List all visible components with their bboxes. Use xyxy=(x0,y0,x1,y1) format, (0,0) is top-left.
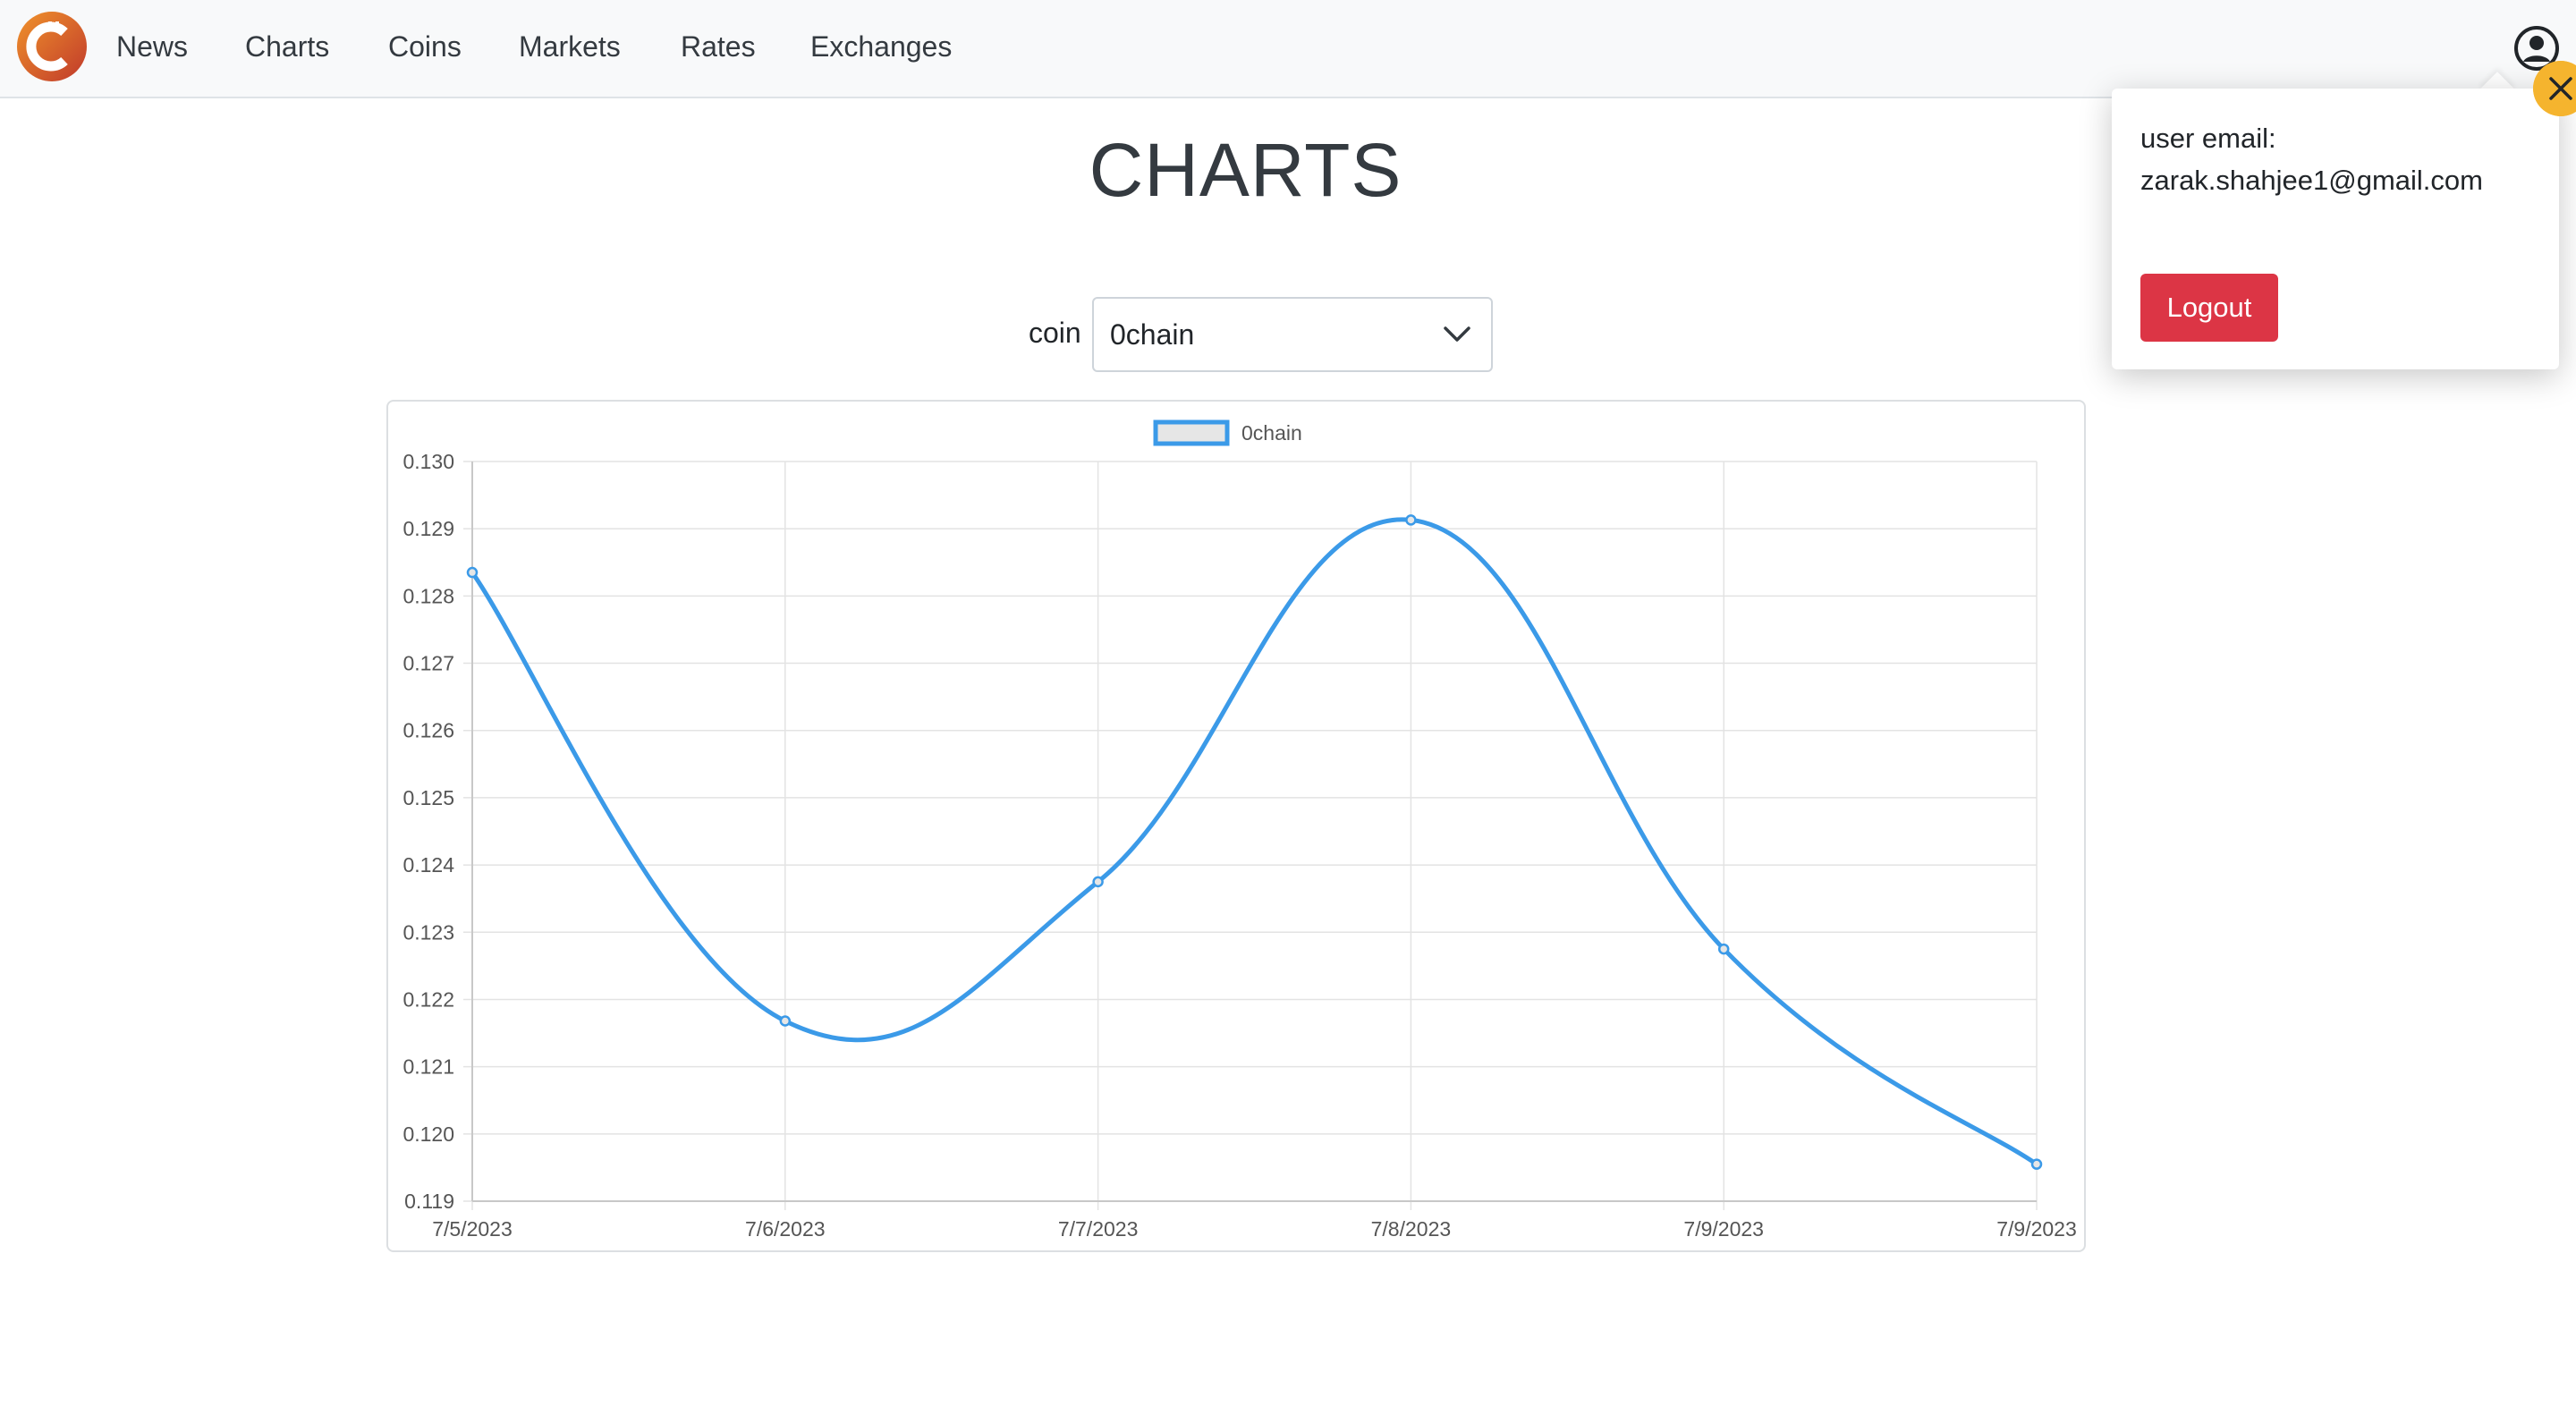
coin-select[interactable]: 0chain xyxy=(1092,297,1493,372)
x-tick-label: 7/5/2023 xyxy=(432,1217,513,1241)
nav-link-markets[interactable]: Markets xyxy=(519,29,621,64)
coin-select-label: coin xyxy=(1029,317,1081,349)
y-tick-label: 0.128 xyxy=(402,584,454,607)
data-point xyxy=(1405,514,1417,526)
nav-link-exchanges[interactable]: Exchanges xyxy=(810,29,952,64)
logout-button[interactable]: Logout xyxy=(2140,274,2278,342)
x-tick-label: 7/8/2023 xyxy=(1371,1217,1452,1241)
x-tick-label: 7/6/2023 xyxy=(745,1217,826,1241)
y-tick-label: 0.119 xyxy=(404,1190,454,1213)
chevron-down-icon xyxy=(1444,326,1470,342)
y-tick-label: 0.130 xyxy=(402,450,454,473)
y-tick-label: 0.121 xyxy=(402,1055,454,1079)
chart-card: 0.130 0.129 0.128 0.127 0.126 0.125 0.124 0.123… xyxy=(386,400,2086,1252)
y-tick-label: 0.120 xyxy=(402,1122,454,1146)
data-point xyxy=(779,1015,792,1027)
coin-c-logo-icon[interactable] xyxy=(16,11,88,82)
data-point xyxy=(466,566,479,579)
nav-link-rates[interactable]: Rates xyxy=(681,29,756,64)
y-tick-label: 0.123 xyxy=(402,920,454,944)
legend-swatch xyxy=(1153,419,1230,446)
y-tick-label: 0.122 xyxy=(402,987,454,1011)
nav-link-coins[interactable]: Coins xyxy=(388,29,462,64)
data-point xyxy=(1092,876,1104,888)
legend-label: 0chain xyxy=(1241,421,1302,445)
y-tick-label: 0.126 xyxy=(402,719,454,742)
data-point xyxy=(1717,943,1730,955)
user-email-label: user email: xyxy=(2140,123,2276,154)
top-navbar: News Charts Coins Markets Rates Exchange… xyxy=(0,0,2576,98)
user-email-value: zarak.shahjee1@gmail.com xyxy=(2140,165,2483,196)
series-line-0chain xyxy=(470,517,2038,1166)
y-tick-label: 0.127 xyxy=(402,652,454,675)
x-tick-label: 7/9/2023 xyxy=(1996,1217,2077,1241)
user-popover: user email: zarak.shahjee1@gmail.com Log… xyxy=(2112,89,2559,369)
y-tick-label: 0.124 xyxy=(402,853,454,877)
x-tick-label: 7/7/2023 xyxy=(1058,1217,1139,1241)
nav-link-charts[interactable]: Charts xyxy=(245,29,329,64)
y-tick-label: 0.129 xyxy=(402,517,454,540)
data-point xyxy=(2030,1158,2043,1170)
nav-link-news[interactable]: News xyxy=(116,29,188,64)
coin-select-value: 0chain xyxy=(1110,318,1195,351)
x-tick-label: 7/9/2023 xyxy=(1683,1217,1764,1241)
price-line-chart: 0.130 0.129 0.128 0.127 0.126 0.125 0.124 0.123… xyxy=(402,419,2077,1241)
y-tick-label: 0.125 xyxy=(402,786,454,809)
